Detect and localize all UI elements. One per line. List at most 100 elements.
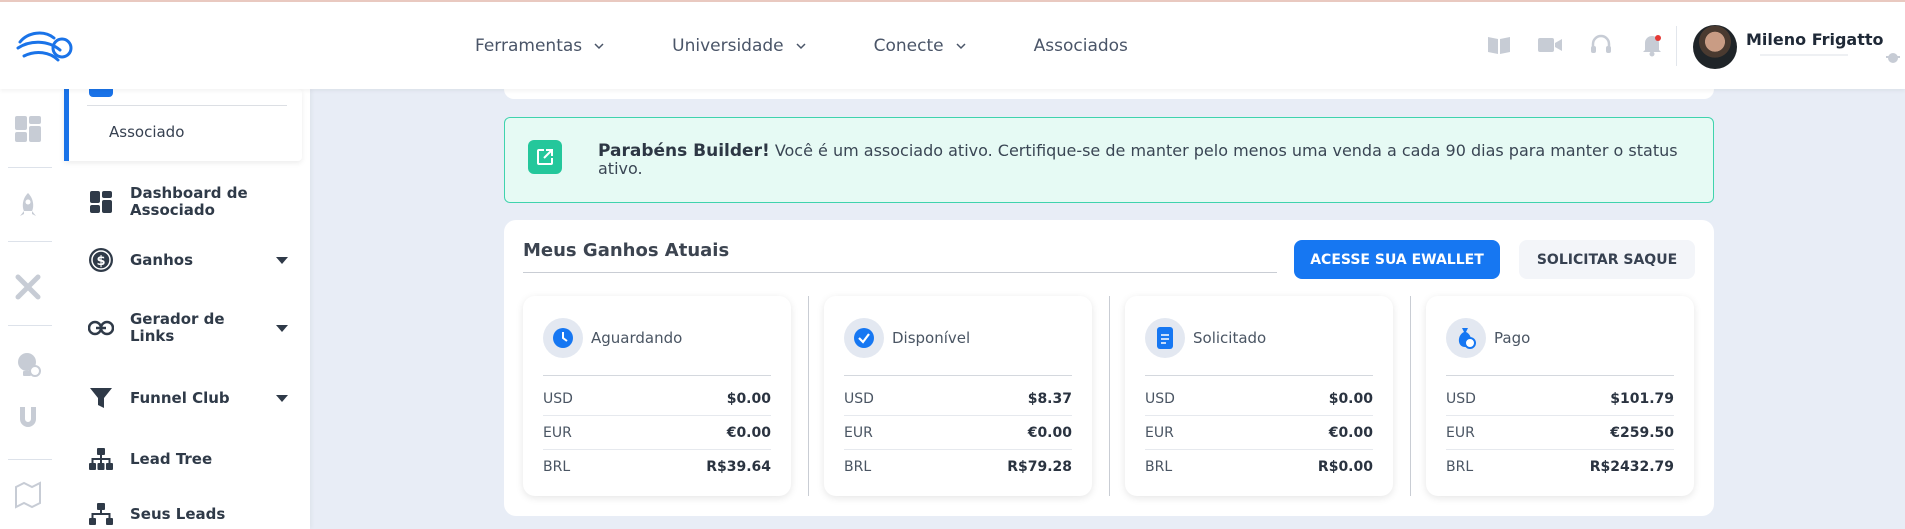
rail-divider: [8, 167, 52, 168]
sidebar-section-card[interactable]: Associado: [64, 89, 302, 161]
earnings-pago: Pago USD $101.79 EUR €259.50 BRL R$2432.79: [1426, 296, 1694, 496]
headset-icon[interactable]: [1588, 32, 1614, 58]
stat-label: Pago: [1494, 329, 1531, 347]
sidebar-item-label: Funnel Club: [130, 388, 230, 407]
stat-header: Pago: [1446, 318, 1530, 358]
amount: $101.79: [1610, 390, 1674, 407]
stat-divider: [543, 375, 771, 376]
check-icon: [844, 318, 884, 358]
currency: BRL: [1145, 459, 1173, 475]
amount: €0.00: [1328, 424, 1373, 441]
stat-label: Disponível: [892, 329, 971, 347]
sidebar-item-funnel-club[interactable]: Funnel Club: [88, 385, 298, 411]
currency: EUR: [543, 424, 572, 441]
amount: $8.37: [1027, 390, 1072, 407]
nav-universidade[interactable]: Universidade: [672, 36, 806, 56]
document-icon: [1145, 318, 1185, 358]
column-divider: [1410, 296, 1411, 496]
ewallet-button[interactable]: ACESSE SUA EWALLET: [1294, 240, 1500, 279]
tools-icon[interactable]: [14, 273, 42, 301]
dashboard-rail-icon[interactable]: [14, 115, 42, 143]
earnings-title-underline: [523, 272, 1277, 273]
external-link-icon[interactable]: [528, 140, 562, 174]
stat-row-usd: USD $0.00: [543, 382, 771, 416]
clock-icon: [543, 318, 583, 358]
nav-ferramentas[interactable]: Ferramentas: [475, 36, 604, 56]
sidebar-item-dashboard[interactable]: Dashboard de Associado: [88, 185, 298, 219]
rail-divider: [8, 241, 52, 242]
sidebar-item-label: Gerador de Links: [130, 310, 225, 345]
sidebar: Associado Dashboard de Associado $ Ganho…: [56, 89, 310, 529]
section-label: Associado: [109, 123, 185, 141]
bulb-icon[interactable]: [14, 351, 42, 379]
currency: USD: [1145, 390, 1175, 407]
amount: €0.00: [1027, 424, 1072, 441]
alert-title: Parabéns Builder!: [598, 141, 770, 161]
currency: EUR: [1446, 424, 1475, 441]
nav-label: Ferramentas: [475, 35, 583, 56]
earnings-aguardando: Aguardando USD $0.00 EUR €0.00 BRL R$39.64: [523, 296, 791, 496]
stat-row-eur: EUR €0.00: [543, 416, 771, 450]
user-name[interactable]: Mileno Frigatto: [1746, 30, 1884, 49]
sidebar-item-label: Seus Leads: [130, 504, 226, 523]
stat-row-usd: USD $0.00: [1145, 382, 1373, 416]
stat-header: Aguardando: [543, 318, 682, 358]
stat-row-usd: USD $101.79: [1446, 382, 1674, 416]
currency: USD: [844, 390, 874, 407]
main-nav: Ferramentas Universidade Conecte Associa…: [475, 2, 1196, 89]
previous-card-edge: [504, 89, 1714, 99]
book-icon[interactable]: [1486, 32, 1512, 58]
header-divider: [1676, 26, 1677, 66]
currency: USD: [1446, 390, 1476, 407]
sidebar-item-seus-leads[interactable]: Seus Leads: [88, 501, 298, 527]
nav-associados[interactable]: Associados: [1034, 36, 1128, 56]
rocket-icon[interactable]: [14, 191, 42, 219]
earnings-card: Meus Ganhos Atuais ACESSE SUA EWALLET SO…: [504, 220, 1714, 516]
stat-row-brl: BRL R$79.28: [844, 450, 1072, 484]
caret-down-icon: [276, 256, 288, 264]
magnet-icon[interactable]: [14, 403, 42, 431]
bell-icon[interactable]: [1639, 32, 1665, 58]
dollar-icon: $: [88, 247, 114, 273]
dashboard-icon: [88, 189, 114, 215]
user-subtitle-placeholder: [1760, 54, 1848, 56]
stat-divider: [1145, 375, 1373, 376]
avatar[interactable]: [1693, 25, 1737, 69]
amount: €0.00: [726, 424, 771, 441]
currency: BRL: [543, 459, 571, 475]
sidebar-item-label: Dashboard de Associado: [130, 184, 248, 219]
map-icon[interactable]: [14, 481, 42, 509]
sidebar-item-label: Ganhos: [130, 250, 194, 269]
stat-label: Solicitado: [1193, 329, 1267, 347]
amount: $0.00: [1328, 390, 1373, 407]
nav-label: Conecte: [873, 35, 944, 56]
stat-header: Disponível: [844, 318, 970, 358]
nav-conecte[interactable]: Conecte: [874, 36, 966, 56]
caret-down-icon: [276, 394, 288, 402]
flag-icon[interactable]: [1884, 50, 1902, 64]
withdraw-button[interactable]: SOLICITAR SAQUE: [1519, 240, 1695, 279]
stat-row-brl: BRL R$0.00: [1145, 450, 1373, 484]
stat-row-eur: EUR €0.00: [844, 416, 1072, 450]
tree-icon: [88, 446, 114, 472]
sidebar-item-lead-tree[interactable]: Lead Tree: [88, 446, 298, 472]
column-divider: [1109, 296, 1110, 496]
video-icon[interactable]: [1537, 32, 1563, 58]
currency: BRL: [1446, 459, 1474, 475]
amount: R$2432.79: [1589, 459, 1674, 475]
stat-row-brl: BRL R$39.64: [543, 450, 771, 484]
amount: R$39.64: [706, 459, 771, 475]
chevron-down-icon: [956, 42, 966, 49]
sidebar-item-gerador-links[interactable]: Gerador de Links: [88, 311, 298, 345]
caret-down-icon: [276, 324, 288, 332]
stat-header: Solicitado: [1145, 318, 1266, 358]
amount: €259.50: [1610, 424, 1674, 441]
currency: BRL: [844, 459, 872, 475]
stat-label: Aguardando: [591, 329, 683, 347]
link-icon: [88, 315, 114, 341]
sidebar-item-ganhos[interactable]: $ Ganhos: [88, 247, 298, 273]
stat-row-usd: USD $8.37: [844, 382, 1072, 416]
icon-rail: [0, 89, 56, 529]
logo-icon[interactable]: [16, 28, 74, 68]
rail-divider: [8, 459, 52, 460]
